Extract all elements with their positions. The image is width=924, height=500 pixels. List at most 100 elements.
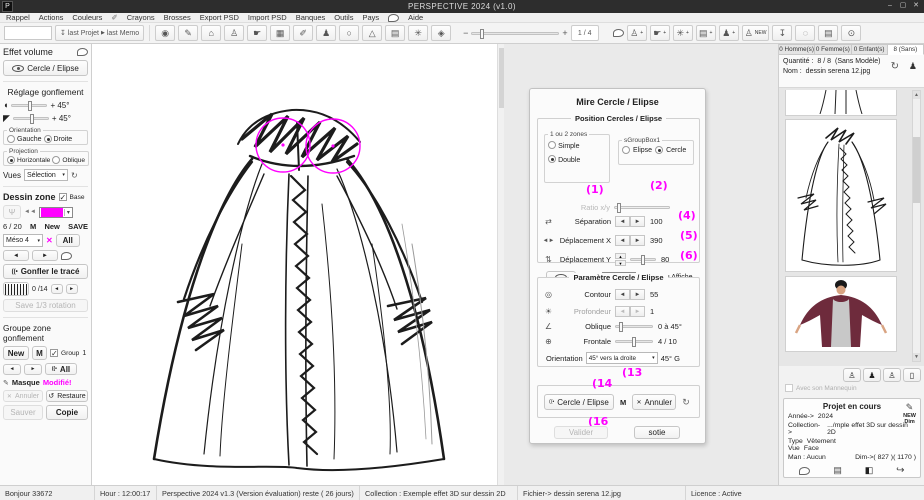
thumbnail-coat[interactable] — [785, 119, 897, 272]
add-hand-icon[interactable]: ☛+ — [650, 25, 670, 41]
menu-actions[interactable]: Actions — [39, 13, 64, 22]
new-label[interactable]: New — [44, 222, 59, 231]
tool-people-icon[interactable]: ♟ — [316, 25, 336, 41]
menu-outils[interactable]: Outils — [334, 13, 353, 22]
frontale-thumb[interactable] — [632, 337, 636, 347]
thumbnail-model[interactable] — [785, 276, 897, 352]
add-star-icon[interactable]: ✳+ — [673, 25, 693, 41]
quick-input[interactable] — [4, 26, 52, 40]
menu-aide[interactable]: Aide — [408, 13, 423, 22]
profondeur-inc-button[interactable]: ► — [630, 306, 645, 317]
tool-brush-icon[interactable]: ✐ — [293, 25, 313, 41]
deplacement-x-dec-button[interactable]: ◄ — [615, 235, 630, 246]
eye-tool-icon[interactable]: ⊙ — [841, 25, 861, 41]
tool-circle-icon[interactable]: ○ — [339, 25, 359, 41]
add-person-icon[interactable]: ♙+ — [627, 25, 647, 41]
frontale-slider[interactable] — [615, 340, 653, 343]
tool-home-icon[interactable]: ⌂ — [201, 25, 221, 41]
tool-hand-icon[interactable]: ☛ — [247, 25, 267, 41]
apply-cercle-elipse-button[interactable]: ((• Cercle / Elipse — [544, 394, 614, 410]
pencil-icon[interactable]: ✎ — [906, 402, 914, 412]
thumbnail-list[interactable]: ▲ ▼ — [779, 88, 924, 366]
meso-select[interactable]: Méso 4 ▾ — [3, 234, 43, 247]
menu-export-psd[interactable]: Export PSD — [200, 13, 239, 22]
vues-select[interactable]: Sélection ▾ — [24, 169, 68, 181]
new-person-button[interactable]: ♙NEW — [742, 25, 770, 41]
copie-button[interactable]: Copie — [46, 405, 88, 420]
m-label[interactable]: M — [30, 222, 36, 231]
annuler-button[interactable]: ✕ Annuler — [3, 390, 43, 402]
simple-radio[interactable] — [548, 141, 556, 149]
oblique-radio[interactable] — [52, 156, 60, 164]
droite-radio[interactable] — [44, 135, 52, 143]
cercle-elipse-button[interactable]: Cercle / Elipse — [3, 60, 88, 76]
tab-sans[interactable]: 8 (Sans) — [888, 44, 924, 55]
last-project-button[interactable]: ↧ last Projet ▶ last Memo — [55, 25, 144, 41]
list-refresh-icon[interactable]: ↻ — [891, 61, 899, 72]
mannequin-bust-button[interactable]: ♙ — [843, 368, 861, 382]
tool-flower-icon[interactable]: ✳ — [408, 25, 428, 41]
printer-icon[interactable]: ▤ — [833, 465, 842, 476]
group-checkbox[interactable]: ✓ — [50, 349, 58, 357]
project-bubble-icon[interactable] — [799, 467, 810, 475]
mannequin-frame-button[interactable]: ▯ — [903, 368, 921, 382]
lasso-tool-icon[interactable]: ◌ — [795, 25, 815, 41]
all-button[interactable]: All — [56, 234, 80, 247]
tab-enfants[interactable]: 0 Enfant(s) — [852, 44, 888, 55]
group-next-button[interactable]: ► — [24, 364, 42, 375]
deplacement-y-slider[interactable] — [630, 258, 656, 261]
restaure-button[interactable]: ↺ Restaure — [46, 390, 88, 402]
ratio-thumb[interactable] — [617, 203, 621, 213]
ratio-slider[interactable] — [614, 206, 670, 209]
export-icon[interactable]: ↪ — [896, 465, 904, 476]
deplacement-y-thumb[interactable] — [641, 255, 645, 265]
close-button[interactable]: ✕ — [910, 1, 922, 11]
prev-zone-button[interactable]: ◄ — [3, 250, 29, 261]
dialog-annuler-button[interactable]: ✕ Annuler — [632, 394, 676, 410]
deplacement-y-up-button[interactable]: ▲ — [615, 253, 626, 259]
tool-document-icon[interactable]: ▤ — [385, 25, 405, 41]
base-checkbox[interactable]: ✓ — [59, 193, 67, 201]
attach-icon[interactable]: ✐ — [111, 13, 117, 22]
download-tool-icon[interactable]: ↧ — [772, 25, 792, 41]
angle2-thumb[interactable] — [30, 114, 34, 124]
menu-brosses[interactable]: Brosses — [164, 13, 191, 22]
mannequin-figure-button[interactable]: ♟ — [863, 368, 881, 382]
drawing-canvas[interactable] — [92, 44, 497, 485]
zoom-slider[interactable] — [471, 32, 559, 35]
tool-triangle-icon[interactable]: △ — [362, 25, 382, 41]
rewind-icon[interactable]: ◄◄ — [24, 209, 36, 215]
tool-pencil-icon[interactable]: ✎ — [178, 25, 198, 41]
tab-femmes[interactable]: 0 Femme(s) — [815, 44, 851, 55]
menu-couleurs[interactable]: Couleurs — [72, 13, 102, 22]
gauche-radio[interactable] — [7, 135, 15, 143]
oblique-thumb[interactable] — [619, 322, 623, 332]
mannequin-outfit-button[interactable]: ♙ — [883, 368, 901, 382]
refresh-icon[interactable]: ↻ — [71, 171, 78, 180]
next-zone-button[interactable]: ► — [32, 250, 58, 261]
menu-rappel[interactable]: Rappel — [6, 13, 30, 22]
scroll-down-icon[interactable]: ▼ — [913, 353, 920, 361]
angle1-thumb[interactable] — [28, 101, 32, 111]
zoom-out-icon[interactable]: − — [463, 28, 468, 38]
deplacement-x-inc-button[interactable]: ► — [630, 235, 645, 246]
separation-dec-button[interactable]: ◄ — [615, 216, 630, 227]
thumbnail-scrollbar[interactable]: ▲ ▼ — [912, 90, 921, 362]
group-new-button[interactable]: New — [3, 346, 29, 360]
add-people-icon[interactable]: ♟+ — [719, 25, 739, 41]
zoom-slider-thumb[interactable] — [480, 29, 484, 39]
group-all-button[interactable]: ((• All — [45, 363, 77, 375]
gonfler-trace-button[interactable]: ((• Gonfler le tracé — [3, 264, 88, 279]
scrollbar-thumb[interactable] — [913, 137, 920, 203]
avec-mannequin-checkbox[interactable] — [785, 384, 793, 392]
oblique-slider[interactable] — [615, 325, 653, 328]
rotation-prev-button[interactable]: ◄ — [51, 284, 63, 294]
dialog-refresh-icon[interactable]: ↻ — [682, 397, 690, 408]
tool-view-icon[interactable]: ◉ — [155, 25, 175, 41]
sortie-button[interactable]: sotie — [634, 426, 680, 439]
valider-button[interactable]: Valider — [554, 426, 608, 439]
thumbnail-partial[interactable] — [785, 90, 897, 116]
angle2-slider[interactable] — [13, 117, 49, 120]
microphone-button[interactable]: Ψ — [3, 205, 21, 219]
chat-bubble-icon[interactable] — [388, 14, 399, 22]
